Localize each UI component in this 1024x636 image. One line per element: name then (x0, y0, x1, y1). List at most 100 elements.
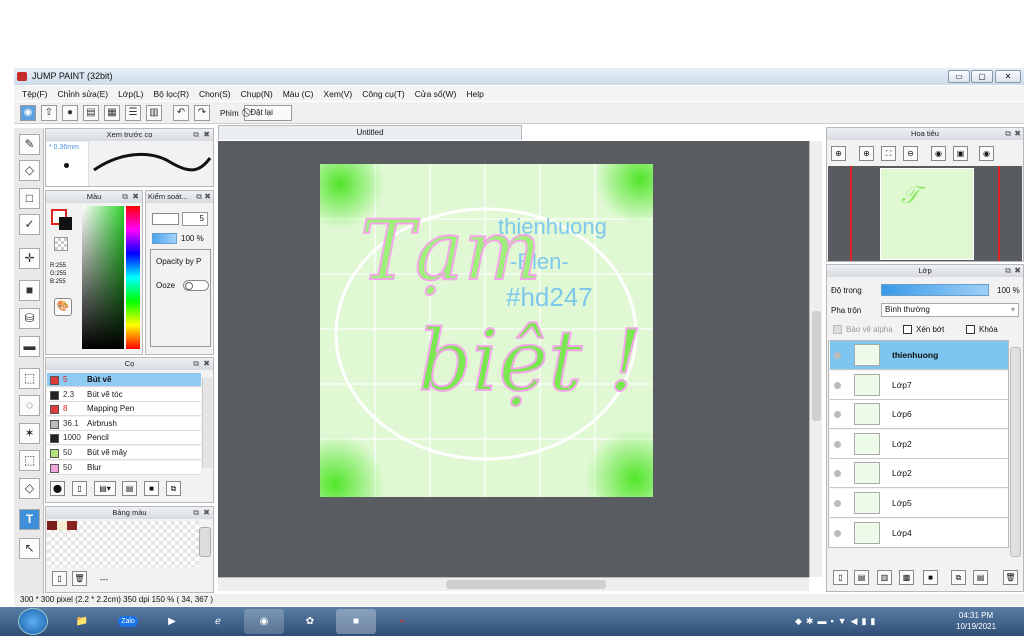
menu-item[interactable]: Lớp(L) (118, 89, 143, 99)
copy-brush-icon[interactable]: ⧉ (166, 481, 181, 496)
eraser-tool-icon[interactable]: ◇ (19, 160, 40, 181)
lasso-select-icon[interactable]: ◌ (19, 395, 40, 416)
reset-button[interactable]: ⃠ Đặt lại (244, 105, 292, 121)
chrome-icon[interactable]: ◉ (244, 609, 284, 634)
brush-list-scrollbar[interactable] (202, 378, 212, 468)
undo-icon[interactable]: ↶ (173, 105, 189, 121)
new-palette-icon[interactable]: ▯ (52, 571, 67, 586)
eye-icon[interactable] (834, 470, 841, 478)
palette-grid[interactable] (47, 521, 199, 567)
delete-layer-icon[interactable]: 🗑 (1003, 570, 1018, 585)
rotate-icon[interactable]: ◉ (931, 146, 946, 161)
zoom-in-icon[interactable]: ⊕ (859, 146, 874, 161)
panel-close-icon[interactable]: ✖ (203, 508, 210, 517)
layer-mask-icon[interactable]: ▥ (877, 570, 892, 585)
layer-row[interactable]: Lớp2 (830, 429, 1008, 459)
palette-swatch[interactable] (67, 521, 77, 530)
menu-item[interactable]: Help (466, 89, 483, 99)
rect-select-icon[interactable]: ⬚ (19, 368, 40, 389)
layer-row[interactable]: Lớp6 (830, 400, 1008, 430)
eye-icon[interactable] (834, 411, 841, 419)
flip-icon[interactable]: ▣ (953, 146, 968, 161)
new-brush-icon[interactable]: ▯ (72, 481, 87, 496)
palette-scrollbar[interactable] (199, 527, 211, 557)
menu-item[interactable]: Xem(V) (323, 89, 352, 99)
size-field[interactable]: 5 (182, 212, 208, 226)
list-icon[interactable]: ☰ (125, 105, 141, 121)
explorer-icon[interactable]: 📁 (62, 609, 102, 634)
fill-rect-tool-icon[interactable]: ■ (19, 280, 40, 301)
palette-swatch[interactable] (47, 521, 57, 530)
eye-icon[interactable] (834, 352, 841, 359)
float-icon[interactable]: ⧉ (193, 359, 199, 369)
float-icon[interactable]: ⧉ (1005, 129, 1011, 139)
menu-item[interactable]: Màu (C) (283, 89, 314, 99)
brush-row[interactable]: 1000 Pencil (47, 431, 201, 446)
layer-row[interactable]: thienhuong (830, 341, 1008, 370)
brush-doc-icon[interactable]: ▤ (122, 481, 137, 496)
brush-row[interactable]: 5 Bút vẽ (47, 373, 201, 387)
panel-close-icon[interactable]: ✖ (1014, 129, 1021, 138)
paint-icon[interactable]: ✿ (290, 609, 330, 634)
zoom-actual-icon[interactable]: ⊕ (831, 146, 846, 161)
chat-icon[interactable]: ▤ (83, 105, 99, 121)
layer-copy-icon[interactable]: ▤ (854, 570, 869, 585)
brush-row[interactable]: 50 Bút vẽ mây (47, 446, 201, 460)
new-icon[interactable]: ◉ (20, 105, 36, 121)
menu-item[interactable]: Chụp(N) (241, 89, 273, 99)
panel-close-icon[interactable]: ✖ (132, 192, 139, 201)
transparent-color[interactable] (54, 237, 68, 251)
share-icon[interactable]: ⇧ (41, 105, 57, 121)
background-color[interactable] (59, 217, 72, 230)
clock[interactable]: 04:31 PM 10/19/2021 (956, 610, 996, 632)
layer-list-scrollbar[interactable] (1010, 347, 1021, 557)
magic-wand-icon[interactable]: ✶ (19, 423, 40, 444)
color-saturation-box[interactable] (82, 206, 124, 349)
zalo-icon[interactable]: Zalo (108, 609, 148, 634)
menu-item[interactable]: Công cụ(T) (362, 89, 405, 99)
hue-slider[interactable] (126, 206, 140, 349)
navigator-view[interactable]: 𝒯 (828, 166, 1022, 261)
ie-icon[interactable]: ℯ (198, 609, 238, 634)
brush-row[interactable]: 2.3 Bút vẽ tóc (47, 387, 201, 402)
text-tool-icon[interactable]: T (19, 509, 40, 530)
delete-palette-icon[interactable]: 🗑 (72, 571, 87, 586)
float-icon[interactable]: ⧉ (193, 508, 199, 518)
select-eraser-icon[interactable]: ◇ (19, 478, 40, 499)
operation-tool-icon[interactable]: ↖ (19, 538, 40, 559)
eye-icon[interactable] (834, 440, 841, 448)
rectangle-tool-icon[interactable]: □ (19, 188, 40, 209)
brush-tool-icon[interactable]: ✎ (19, 134, 40, 155)
brush-row[interactable]: 36.1 Airbrush (47, 416, 201, 431)
menu-item[interactable]: Chọn(S) (199, 89, 231, 99)
duplicate-layer-icon[interactable]: ⧉ (951, 570, 966, 585)
vertical-scrollbar[interactable] (809, 141, 822, 577)
layer-row[interactable]: Lớp4 (830, 518, 1008, 547)
brush-menu-icon[interactable]: ▤▾ (94, 481, 116, 496)
menu-item[interactable]: Bộ lọc(R) (154, 89, 189, 99)
pen-tool-icon[interactable]: ✓ (19, 214, 40, 235)
close-button[interactable]: ✕ (995, 70, 1021, 83)
pdf-icon[interactable]: ⌁ (382, 609, 422, 634)
horizontal-scrollbar[interactable] (218, 577, 809, 591)
artwork-canvas[interactable]: thienhuong -Blen- #hd247 Tạm biệt ! (320, 164, 653, 497)
vertical-scroll-thumb[interactable] (812, 311, 821, 421)
eye-icon[interactable] (834, 500, 841, 507)
start-button[interactable] (18, 608, 48, 635)
reset-view-icon[interactable]: ◉ (979, 146, 994, 161)
panel-close-icon[interactable]: ✖ (203, 130, 210, 139)
palette-icon[interactable]: 🎨 (54, 298, 72, 316)
bucket-tool-icon[interactable]: ⛁ (19, 308, 40, 329)
brush-settings-icon[interactable]: ⬤ (50, 481, 65, 496)
zoom-out-icon[interactable]: ⊖ (903, 146, 918, 161)
zoom-fit-icon[interactable]: ⛶ (881, 146, 896, 161)
new-layer-icon[interactable]: ▯ (833, 570, 848, 585)
move-tool-icon[interactable]: ✛ (19, 248, 40, 269)
layer-folder-icon[interactable]: ■ (923, 570, 938, 585)
checklist-icon[interactable]: ▥ (146, 105, 162, 121)
opacity-bar[interactable] (152, 233, 177, 244)
folder-icon[interactable]: ■ (144, 481, 159, 496)
layer-pattern-icon[interactable]: ▩ (899, 570, 914, 585)
palette-swatch[interactable] (57, 521, 67, 530)
layer-row[interactable]: Lớp2 (830, 459, 1008, 489)
